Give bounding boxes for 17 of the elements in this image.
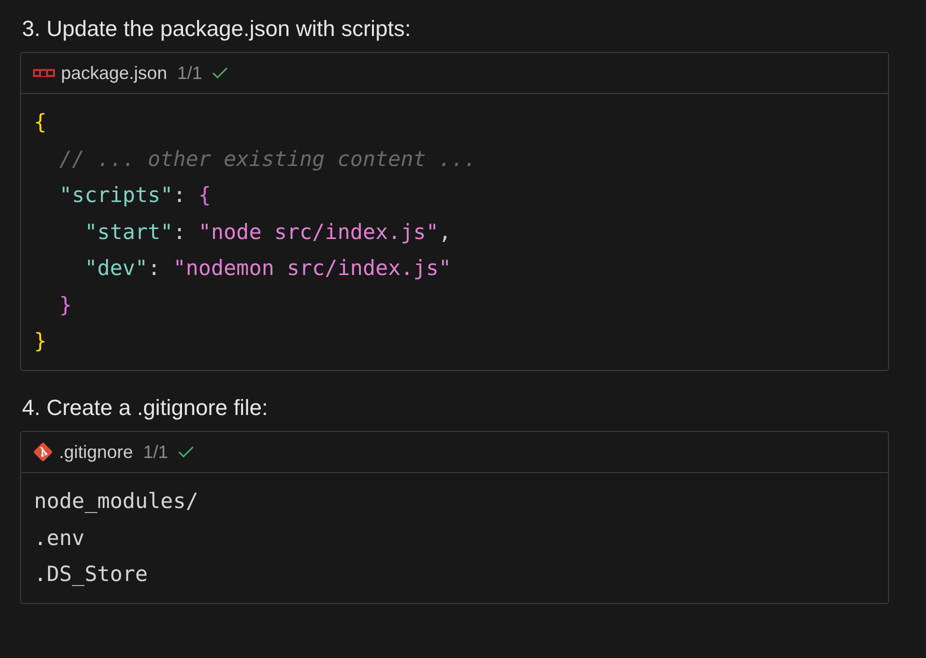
change-count: 1/1 [177, 62, 202, 85]
code-line: .env [34, 524, 86, 552]
npm-logo-icon [33, 68, 55, 78]
section-heading: 4. Create a .gitignore file: [22, 394, 269, 422]
code-line: node_modules/ [34, 488, 200, 516]
code-line: "start": "node src/index.js", [84, 218, 452, 246]
code-line: "scripts": { [58, 182, 212, 210]
code-line: { [34, 109, 48, 136]
change-count: 1/1 [143, 440, 168, 464]
code-line: } [34, 328, 48, 356]
code-line: } [58, 292, 73, 319]
code-line: "dev": "nodemon src/index.js" [84, 255, 452, 282]
section-heading: 3. Update the package.json with scripts: [22, 16, 412, 42]
code-line: // ... other existing content ... [58, 146, 478, 173]
file-name: .gitignore [59, 440, 134, 464]
code-line: .DS_Store [34, 561, 149, 588]
file-name: package.json [61, 62, 168, 85]
